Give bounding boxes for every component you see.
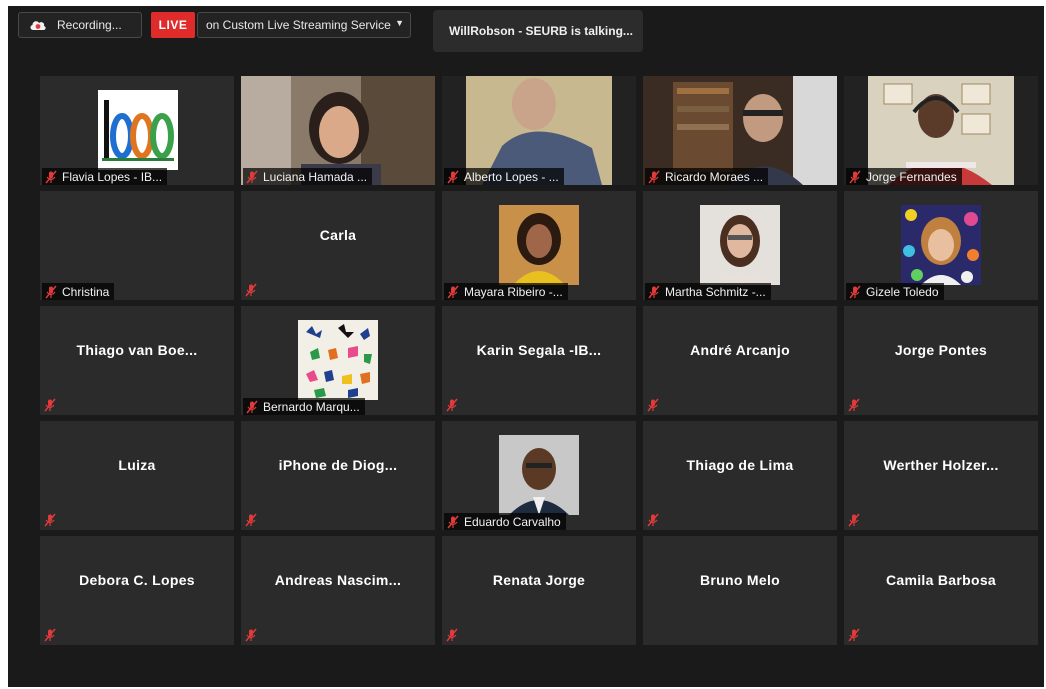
participant-tile[interactable]: Camila Barbosa (844, 536, 1038, 645)
participant-name: Eduardo Carvalho (444, 513, 566, 530)
mic-muted-icon (44, 628, 56, 642)
mic-muted-icon (647, 398, 659, 412)
mic-muted-icon (245, 513, 257, 527)
mic-muted-icon (849, 170, 861, 183)
mic-muted-icon (446, 398, 458, 412)
participant-name: Alberto Lopes - ... (444, 168, 564, 185)
mic-muted-icon (447, 170, 459, 183)
participant-tile[interactable]: Jorge Fernandes (844, 76, 1038, 185)
streaming-service-label: on Custom Live Streaming Service (206, 18, 391, 32)
profile-photo (499, 205, 579, 285)
participant-center-name: Thiago van Boe... (76, 341, 198, 358)
participant-center-name: Karin Segala -IB... (476, 341, 602, 358)
participant-center-name: Jorge Pontes (894, 341, 988, 358)
participant-name: Mayara Ribeiro -... (444, 283, 568, 300)
participant-name: Martha Schmitz -... (645, 283, 771, 300)
participant-center-name: Debora C. Lopes (79, 571, 195, 588)
participant-name: Flavia Lopes - IB... (42, 168, 168, 185)
participant-center-name: Thiago de Lima (686, 456, 794, 473)
organization-logo (98, 90, 178, 170)
participant-tile[interactable]: Bruno Melo (643, 536, 837, 645)
mic-muted-icon (245, 628, 257, 642)
participant-tile[interactable]: iPhone de Diog... (241, 421, 435, 530)
participant-tile[interactable]: Christina (40, 191, 234, 300)
cloud-record-icon (30, 21, 46, 30)
participant-name: Jorge Fernandes (846, 168, 962, 185)
mic-muted-icon (447, 285, 459, 298)
participant-tile[interactable]: Andreas Nascim... (241, 536, 435, 645)
participant-tile[interactable]: Ricardo Moraes ... (643, 76, 837, 185)
mic-muted-icon (849, 285, 861, 298)
participant-tile[interactable]: Renata Jorge (442, 536, 636, 645)
participant-tile[interactable]: Jorge Pontes (844, 306, 1038, 415)
participant-tile[interactable]: Alberto Lopes - ... (442, 76, 636, 185)
mic-muted-icon (246, 400, 258, 413)
participant-tile[interactable]: Flavia Lopes - IB... (40, 76, 234, 185)
participant-tile[interactable]: Luciana Hamada ... (241, 76, 435, 185)
mic-muted-icon (447, 515, 459, 528)
participant-name: Luciana Hamada ... (243, 168, 373, 185)
zoom-window: Recording... LIVE on Custom Live Streami… (8, 6, 1044, 687)
participant-tile[interactable]: Werther Holzer... (844, 421, 1038, 530)
active-speaker-indicator: WillRobson - SEURB is talking... (433, 10, 643, 52)
gallery-grid: Flavia Lopes - IB... Luciana Hamada ... (40, 76, 1038, 645)
participant-center-name: Andreas Nascim... (274, 571, 402, 588)
mic-muted-icon (647, 513, 659, 527)
mic-muted-icon (245, 283, 257, 297)
active-speaker-label: WillRobson - SEURB is talking... (449, 24, 633, 38)
participant-name: Bernardo Marqu... (243, 398, 365, 415)
participant-center-name: iPhone de Diog... (278, 456, 398, 473)
mic-muted-icon (848, 628, 860, 642)
participant-tile[interactable]: Gizele Toledo (844, 191, 1038, 300)
participant-tile[interactable]: Thiago van Boe... (40, 306, 234, 415)
mic-muted-icon (45, 285, 57, 298)
participant-tile[interactable]: Debora C. Lopes (40, 536, 234, 645)
mic-muted-icon (45, 170, 57, 183)
participant-tile[interactable]: Karin Segala -IB... (442, 306, 636, 415)
participant-tile[interactable]: Luiza (40, 421, 234, 530)
participant-tile[interactable]: Bernardo Marqu... (241, 306, 435, 415)
recording-indicator[interactable]: Recording... (18, 12, 142, 38)
caret-down-icon: ▼ (395, 18, 404, 28)
participant-center-name: Luiza (118, 456, 156, 473)
participant-tile[interactable]: Mayara Ribeiro -... (442, 191, 636, 300)
participant-center-name: André Arcanjo (690, 341, 790, 358)
profile-photo (298, 320, 378, 400)
participant-tile[interactable]: Martha Schmitz -... (643, 191, 837, 300)
participant-center-name: Carla (319, 226, 357, 243)
participant-tile[interactable]: Eduardo Carvalho (442, 421, 636, 530)
participant-center-name: Camila Barbosa (885, 571, 997, 588)
bottom-strip (8, 651, 1044, 687)
participant-name: Christina (42, 283, 115, 300)
mic-muted-icon (44, 398, 56, 412)
streaming-service-dropdown[interactable]: on Custom Live Streaming Service ▼ (197, 12, 411, 38)
live-badge[interactable]: LIVE (151, 12, 195, 38)
participant-center-name: Werther Holzer... (883, 456, 999, 473)
participant-center-name: Bruno Melo (700, 571, 780, 588)
participant-center-name: Renata Jorge (492, 571, 586, 588)
participant-name: Gizele Toledo (846, 283, 944, 300)
participant-tile[interactable]: Thiago de Lima (643, 421, 837, 530)
mic-muted-icon (648, 285, 660, 298)
mic-muted-icon (446, 628, 458, 642)
profile-photo (700, 205, 780, 285)
mic-muted-icon (848, 398, 860, 412)
mic-muted-icon (648, 170, 660, 183)
profile-photo (499, 435, 579, 515)
mic-muted-icon (246, 170, 258, 183)
mic-muted-icon (848, 513, 860, 527)
profile-photo (901, 205, 981, 285)
mic-muted-icon (44, 513, 56, 527)
participant-tile[interactable]: Carla (241, 191, 435, 300)
participant-name: Ricardo Moraes ... (645, 168, 769, 185)
recording-label: Recording... (57, 18, 122, 32)
participant-tile[interactable]: André Arcanjo (643, 306, 837, 415)
